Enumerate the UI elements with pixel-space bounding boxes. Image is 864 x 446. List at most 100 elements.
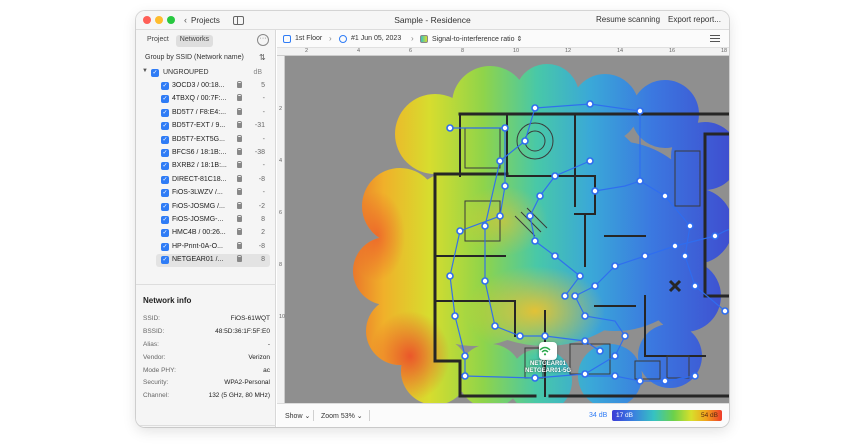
visualization-selector[interactable]: Signal-to-interference ratio ⇕: [432, 35, 522, 43]
network-row[interactable]: ✓ FiOS-3LWZV /... -: [136, 187, 276, 200]
network-checkbox[interactable]: ✓: [161, 202, 169, 211]
toolbar-divider: [313, 410, 314, 421]
title-bar: ‹ Projects Sample - Residence Resume scan…: [136, 11, 729, 30]
ruler-tick-label: 14: [617, 48, 624, 54]
export-report-button[interactable]: Export report...: [668, 15, 721, 24]
network-row[interactable]: ✓ BD5T7-EXT5G... -: [136, 134, 276, 147]
zoom-label: Zoom 53%: [321, 413, 355, 420]
network-row[interactable]: ✓ HMC4B / 00:26... 2: [136, 227, 276, 240]
lock-icon: [237, 188, 242, 196]
sidebar-divider: [136, 284, 276, 285]
visualization-label: Signal-to-interference ratio: [432, 36, 515, 43]
network-row[interactable]: ✓ DIRECT-81C18... -8: [136, 174, 276, 187]
wifi-icon[interactable]: [539, 342, 557, 360]
network-row[interactable]: ✓ BD5T7-EXT / 9... -31: [136, 120, 276, 133]
network-value: -: [262, 162, 265, 170]
network-checkbox[interactable]: ✓: [161, 215, 169, 224]
floor-icon: [283, 35, 291, 43]
network-value: 2: [261, 229, 265, 237]
minimize-window-button[interactable]: [155, 16, 163, 24]
info-value: ac: [263, 366, 270, 374]
close-window-button[interactable]: [143, 16, 151, 24]
network-group-header[interactable]: ▼ ✓ UNGROUPED dB: [142, 68, 270, 79]
sliders-icon[interactable]: [710, 34, 720, 43]
zoom-menu-button[interactable]: Zoom 53% ⌄: [321, 412, 363, 420]
network-name: BXRB2 / 18:1B:...: [172, 162, 227, 170]
heatmap-icon: [420, 35, 428, 43]
network-value: -38: [254, 148, 265, 156]
network-row[interactable]: ✓ 4TBXQ / 00:7F:... -: [136, 93, 276, 106]
network-row[interactable]: ✓ HP-Print-0A-O... -8: [136, 241, 276, 254]
chevron-down-icon[interactable]: ▼: [142, 68, 148, 74]
info-row: Mode PHY: ac: [143, 367, 270, 380]
network-name: BD5T7 / F8:E4:...: [172, 108, 227, 116]
network-checkbox[interactable]: ✓: [161, 162, 169, 171]
network-checkbox[interactable]: ✓: [161, 82, 169, 90]
info-row: BSSID: 48:5D:36:1F:5F:E0: [143, 328, 270, 341]
network-name: HMC4B / 00:26...: [172, 229, 226, 237]
network-checkbox[interactable]: ✓: [161, 256, 169, 265]
ruler-vertical: 2 4 6 8 10: [277, 56, 285, 403]
sort-icon[interactable]: ⇅: [259, 53, 266, 62]
chevron-right-icon: ›: [411, 34, 414, 43]
network-checkbox[interactable]: ✓: [161, 148, 169, 157]
lock-icon: [237, 214, 242, 222]
updown-icon: ⇕: [516, 36, 523, 43]
group-checkbox[interactable]: ✓: [151, 69, 159, 77]
network-row[interactable]: ✓ BD5T7 / F8:E4:... -: [136, 107, 276, 120]
network-checkbox[interactable]: ✓: [161, 108, 169, 117]
back-label: Projects: [191, 16, 220, 25]
lock-icon: [237, 81, 242, 88]
group-by-selector[interactable]: Group by SSID (Network name): [145, 54, 244, 61]
network-checkbox[interactable]: ✓: [161, 122, 169, 131]
network-row[interactable]: ✓ 3OCD3 / 00:18... 5: [136, 80, 276, 93]
network-name: NETGEAR01 /...: [172, 256, 224, 264]
color-legend: 17 dB 54 dB: [612, 410, 722, 421]
toggle-sidebar-icon[interactable]: [233, 16, 244, 25]
resume-scanning-button[interactable]: Resume scanning: [596, 15, 660, 24]
info-value: WPA2-Personal: [224, 379, 270, 387]
network-row[interactable]: ✓ BFCS6 / 18:1B:... -38: [136, 147, 276, 160]
info-key: Security:: [143, 379, 169, 387]
network-row[interactable]: ✓ FiOS-JOSMG /... -2: [136, 201, 276, 214]
network-name: HP-Print-0A-O...: [172, 242, 223, 250]
network-value: 8: [261, 215, 265, 223]
sidebar-bottom-divider: [136, 425, 276, 426]
network-row[interactable]: ✓ BXRB2 / 18:1B:... -: [136, 160, 276, 173]
ruler-tick-label: 18: [721, 48, 728, 54]
tab-project[interactable]: Project: [143, 35, 173, 47]
breadcrumb-scan[interactable]: #1 Jun 05, 2023: [351, 35, 401, 42]
network-value: -: [262, 95, 265, 103]
heatmap-canvas[interactable]: NETGEAR01 NETGEAR01-5G: [285, 56, 729, 403]
network-checkbox[interactable]: ✓: [161, 135, 169, 144]
network-checkbox[interactable]: ✓: [161, 242, 169, 251]
lock-icon: [237, 255, 242, 263]
ruler-tick-label: 16: [669, 48, 676, 54]
ruler-tick-label: 8: [461, 48, 465, 54]
network-checkbox[interactable]: ✓: [161, 175, 169, 184]
back-to-projects-button[interactable]: ‹ Projects: [184, 15, 220, 25]
ruler-tick-label: 10: [513, 48, 520, 54]
more-options-icon[interactable]: ···: [257, 34, 269, 46]
show-menu-button[interactable]: Show ⌄: [285, 412, 310, 420]
info-value: -: [267, 340, 270, 348]
ruler-tick-label: 2: [305, 48, 309, 54]
breadcrumb-floor[interactable]: 1st Floor: [295, 35, 322, 42]
tab-networks[interactable]: Networks: [175, 35, 213, 47]
ruler-tick-label: 12: [565, 48, 572, 54]
app-window: ‹ Projects Sample - Residence Resume scan…: [136, 11, 729, 427]
toolbar-divider: [369, 410, 370, 421]
network-checkbox[interactable]: ✓: [161, 229, 169, 238]
info-key: Vendor:: [143, 353, 166, 361]
zoom-window-button[interactable]: [167, 16, 175, 24]
sidebar: Project Networks ··· Group by SSID (Netw…: [136, 30, 276, 427]
network-name: FiOS-3LWZV /...: [172, 189, 223, 197]
ruler-tick-label: 6: [279, 210, 283, 216]
network-row[interactable]: ✓ FiOS-JOSMG-... 8: [136, 214, 276, 227]
access-point-name: NETGEAR01: [529, 361, 566, 367]
lock-icon: [237, 174, 242, 182]
network-checkbox[interactable]: ✓: [161, 95, 169, 104]
network-checkbox[interactable]: ✓: [161, 189, 169, 198]
network-row[interactable]: ✓ NETGEAR01 /... 8: [136, 254, 276, 268]
network-name: DIRECT-81C18...: [172, 175, 227, 183]
